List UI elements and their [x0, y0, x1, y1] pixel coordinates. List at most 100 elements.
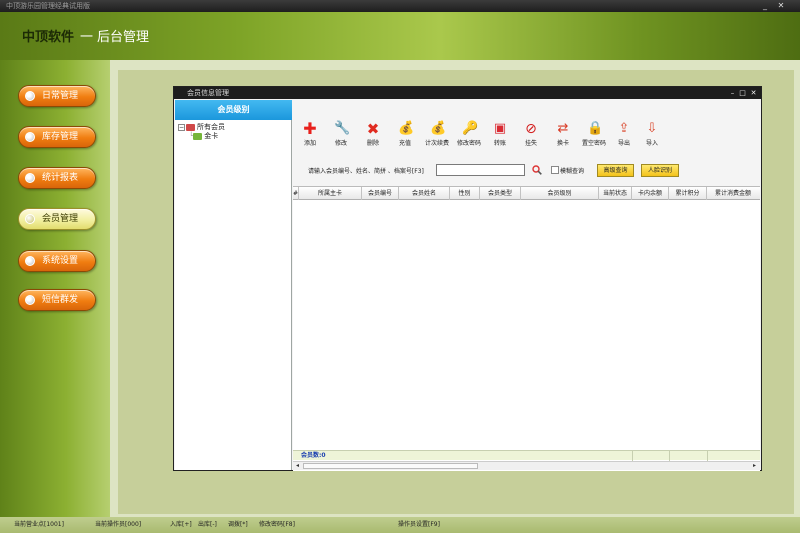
table-footer: 会员数:0	[293, 450, 760, 461]
minimize-icon[interactable]: –	[728, 87, 737, 99]
forbidden-icon: ⊘	[525, 121, 537, 137]
count-renew-button[interactable]: 💰 计次续费	[421, 120, 453, 156]
tool-label: 导入	[645, 140, 658, 147]
scroll-right-icon[interactable]: ▸	[750, 462, 759, 470]
column-header[interactable]: 当前状态	[599, 187, 632, 200]
app-window-title: 中顶游乐园管理经典试用版	[6, 2, 90, 10]
tool-label: 删除	[366, 140, 379, 147]
sidebar-item-label: 会员管理	[42, 214, 79, 224]
sidebar-item-sms[interactable]: 短信群发	[18, 289, 96, 311]
column-header[interactable]: 所属主卡	[299, 187, 362, 200]
bullet-icon	[25, 173, 35, 183]
stock-out-shortcut[interactable]: 出库[-]	[198, 517, 217, 533]
tree-node-label: 金卡	[204, 132, 219, 140]
status-store: 当前营业点[1001]	[14, 521, 64, 528]
advanced-search-button[interactable]: 高级查询	[597, 164, 634, 177]
tool-label: 导出	[617, 140, 630, 147]
bullet-icon	[25, 295, 35, 305]
tree-node-gold-card[interactable]: └ 金卡	[189, 131, 218, 141]
status-bar: 当前营业点[1001] 当前操作员[000] 入库[+] 出库[-] 调拨[*]…	[0, 517, 800, 533]
stock-in-shortcut[interactable]: 入库[+]	[170, 517, 192, 533]
sidebar-item-label: 系统设置	[42, 256, 79, 266]
folder-icon	[193, 132, 203, 140]
sidebar-item-members[interactable]: 会员管理	[18, 208, 96, 230]
footer-cell	[632, 451, 633, 461]
member-level-tree: 会员级别 − 所有会员 └ 金卡	[175, 100, 292, 470]
tool-label: 挂失	[524, 140, 537, 147]
fuzzy-search-checkbox[interactable]	[551, 166, 559, 174]
wrench-icon: 🔧	[334, 121, 351, 136]
sidebar-item-reports[interactable]: 统计报表	[18, 167, 96, 189]
change-card-button[interactable]: ⇄ 换卡	[547, 120, 579, 156]
plus-icon: ✚	[303, 119, 317, 138]
card-swap-icon: ⇄	[557, 121, 569, 136]
member-count: 会员数:0	[301, 452, 326, 459]
close-icon[interactable]: ✕	[774, 0, 788, 12]
sidebar-item-inventory[interactable]: 库存管理	[18, 126, 96, 148]
recharge-button[interactable]: 💰 充值	[389, 120, 421, 156]
tree-node-label: 所有会员	[197, 123, 225, 131]
tool-label: 转账	[493, 140, 506, 147]
window-title-bar[interactable]: 会员信息管理 – □ ✕	[174, 87, 761, 99]
delete-x-icon: ✖	[366, 120, 380, 138]
delete-button[interactable]: ✖ 删除	[357, 120, 389, 156]
bullet-icon	[25, 132, 35, 142]
export-icon: ⇪	[618, 121, 630, 136]
column-header[interactable]: 性别	[450, 187, 480, 200]
bullet-icon	[25, 256, 35, 266]
status-operator: 当前操作员[000]	[95, 521, 142, 528]
transfer-button[interactable]: ▣ 转账	[484, 120, 516, 156]
brand-logo-text: 中顶软件	[22, 30, 75, 45]
tool-label: 修改	[334, 140, 347, 147]
search-input[interactable]	[436, 164, 525, 176]
bullet-icon	[25, 91, 35, 101]
member-table: # 所属主卡 会员编号 会员姓名 性别 会员类型 会员级别 当前状态 卡内余额 …	[293, 186, 760, 471]
transfer-shortcut[interactable]: 调拨[*]	[228, 517, 248, 533]
report-loss-button[interactable]: ⊘ 挂失	[515, 120, 547, 156]
column-header[interactable]: 会员姓名	[399, 187, 450, 200]
close-icon[interactable]: ✕	[749, 87, 758, 99]
add-button[interactable]: ✚ 添加	[294, 120, 326, 156]
search-label: 请输入会员编号、姓名、简拼 、档案号[F3]	[308, 168, 424, 175]
face-recognition-button[interactable]: 人脸识别	[641, 164, 679, 177]
operator-settings-shortcut[interactable]: 操作员设置[F9]	[398, 517, 440, 533]
search-icon[interactable]	[532, 165, 542, 175]
change-password-shortcut[interactable]: 修改密码[F8]	[259, 517, 295, 533]
lock-reset-icon: 🔒	[587, 121, 604, 136]
tree-header: 会员级别	[175, 100, 292, 120]
sidebar-item-label: 统计报表	[42, 173, 79, 183]
sidebar-item-settings[interactable]: 系统设置	[18, 250, 96, 272]
brand-separator: 一	[80, 30, 94, 45]
scroll-left-icon[interactable]: ◂	[293, 462, 302, 470]
change-password-button[interactable]: 🔑 修改密码	[453, 120, 485, 156]
horizontal-scrollbar[interactable]: ◂ ▸	[293, 461, 760, 470]
bullet-icon	[25, 214, 35, 224]
fuzzy-search-label: 模糊查询	[560, 168, 585, 175]
column-header[interactable]: 累计消费金额	[707, 187, 759, 200]
page-title: 后台管理	[97, 30, 150, 45]
scroll-thumb[interactable]	[303, 463, 478, 469]
table-header: # 所属主卡 会员编号 会员姓名 性别 会员类型 会员级别 当前状态 卡内余额 …	[293, 187, 760, 200]
sidebar-item-daily[interactable]: 日常管理	[18, 85, 96, 107]
column-header[interactable]: 卡内余额	[632, 187, 669, 200]
import-button[interactable]: ⇩ 导入	[636, 120, 668, 156]
tool-label: 充值	[398, 140, 411, 147]
header-banner: 中顶软件 一 后台管理	[0, 12, 800, 60]
column-header[interactable]: 会员类型	[480, 187, 521, 200]
clear-password-button[interactable]: 🔒 置空密码	[578, 120, 610, 156]
column-header[interactable]: 会员级别	[521, 187, 599, 200]
key-icon: 🔑	[462, 121, 479, 136]
app-title-bar: 中顶游乐园管理经典试用版 _ ✕	[0, 0, 800, 12]
minimize-icon[interactable]: _	[758, 0, 772, 12]
money-bag-icon: 💰	[398, 121, 415, 136]
column-header[interactable]: 累计积分	[669, 187, 707, 200]
column-header[interactable]: 会员编号	[362, 187, 399, 200]
tool-label: 添加	[303, 140, 316, 147]
footer-cell	[707, 451, 708, 461]
tool-label: 换卡	[556, 140, 569, 147]
import-icon: ⇩	[646, 121, 658, 136]
collapse-icon[interactable]: −	[178, 123, 185, 131]
maximize-icon[interactable]: □	[738, 87, 747, 99]
toolbar: ✚ 添加 🔧 修改 ✖ 删除 💰 充值 💰 计次续费 🔑 修改密码 ▣ 转账 ⊘…	[293, 120, 760, 160]
edit-button[interactable]: 🔧 修改	[325, 120, 357, 156]
